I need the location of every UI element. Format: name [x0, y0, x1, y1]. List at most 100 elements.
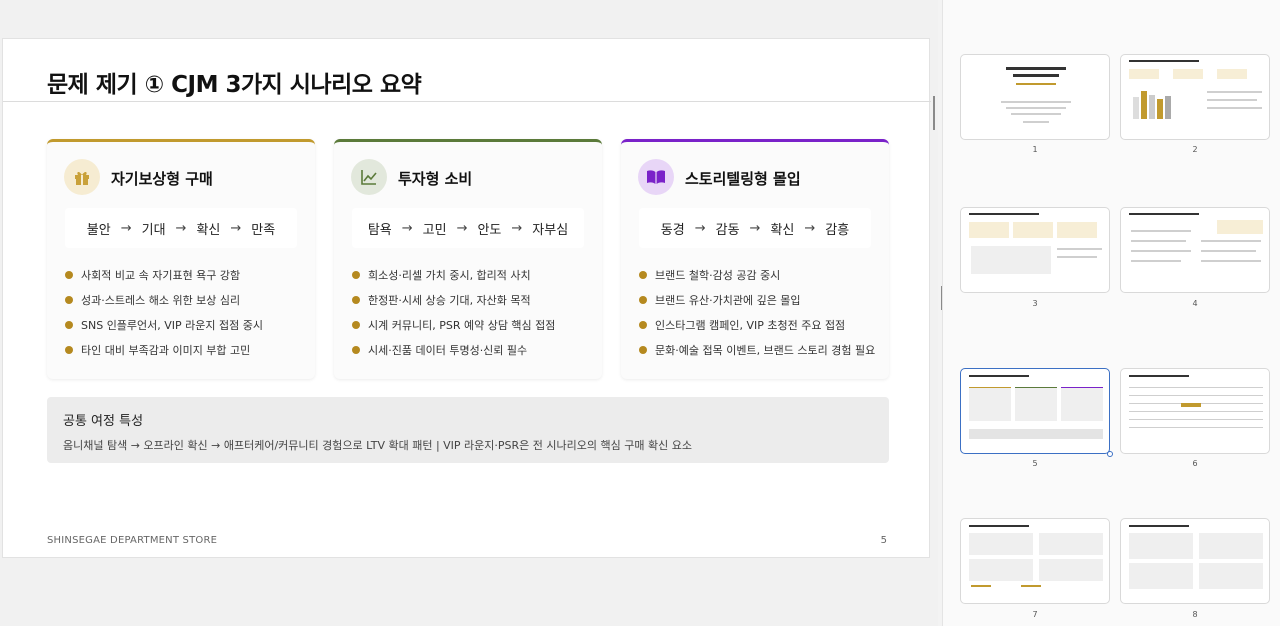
slide-thumbnail[interactable] [960, 207, 1110, 293]
thumbnail-number: 7 [1032, 610, 1038, 619]
slide-thumbnail[interactable] [960, 518, 1110, 604]
flow-step: 탐욕 [367, 222, 392, 238]
title-divider [3, 101, 931, 102]
list-item: 브랜드 철학·감성 공감 중시 [639, 262, 875, 287]
flow-step: 안도 [477, 222, 502, 238]
thumbnail-number: 4 [1192, 299, 1198, 308]
bullet-text: 브랜드 철학·감성 공감 중시 [655, 268, 781, 282]
bullet-list: 사회적 비교 속 자기표현 욕구 강함 성과·스트레스 해소 위한 보상 심리 … [65, 262, 263, 362]
arrow-right-icon: → [401, 220, 413, 236]
thumbnail-number: 5 [1032, 459, 1038, 468]
bullet-text: 희소성·리셀 가치 중시, 합리적 사치 [368, 268, 531, 282]
common-title: 공통 여정 특성 [63, 414, 144, 429]
thumbnail-number: 2 [1192, 145, 1198, 154]
bullet-dot-icon [639, 320, 647, 329]
bullet-dot-icon [352, 320, 360, 329]
flow-step: 자부심 [532, 222, 569, 238]
bullet-text: 한정판·시세 상승 기대, 자산화 목적 [368, 293, 531, 307]
footer-page-number: 5 [880, 535, 887, 546]
scenario-card-investment[interactable]: 투자형 소비 탐욕 → 고민 → 안도 → 자부심 희소성·리셀 가치 중시, … [334, 139, 602, 379]
slide-thumbnail[interactable] [1120, 54, 1270, 140]
slide-thumbnail[interactable] [960, 54, 1110, 140]
slide-thumbnail[interactable] [1120, 207, 1270, 293]
bullet-text: 문화·예술 접목 이벤트, 브랜드 스토리 경험 필요 [655, 343, 876, 357]
bullet-dot-icon [639, 345, 647, 354]
bullet-dot-icon [352, 295, 360, 304]
emotion-flow: 탐욕 → 고민 → 안도 → 자부심 [352, 208, 584, 248]
bullet-text: 성과·스트레스 해소 위한 보상 심리 [81, 293, 241, 307]
flow-step: 동경 [660, 222, 685, 238]
flow-step: 감흥 [825, 222, 850, 238]
bullet-dot-icon [352, 270, 360, 279]
bullet-dot-icon [65, 345, 73, 354]
arrow-right-icon: → [749, 220, 761, 236]
list-item: 타인 대비 부족감과 이미지 부합 고민 [65, 337, 263, 362]
bullet-list: 희소성·리셀 가치 중시, 합리적 사치 한정판·시세 상승 기대, 자산화 목… [352, 262, 555, 362]
arrow-right-icon: → [456, 220, 468, 236]
slide-thumbnail-panel[interactable]: 1 2 3 4 5 6 7 8 [942, 0, 1280, 626]
bullet-text: 시세·진품 데이터 투명성·신뢰 필수 [368, 343, 528, 357]
flow-step: 감동 [715, 222, 740, 238]
flow-step: 불안 [86, 222, 111, 238]
arrow-right-icon: → [804, 220, 816, 236]
arrow-right-icon: → [511, 220, 523, 236]
bullet-text: 타인 대비 부족감과 이미지 부합 고민 [81, 343, 251, 357]
thumbnail-number: 8 [1192, 610, 1198, 619]
list-item: 한정판·시세 상승 기대, 자산화 목적 [352, 287, 555, 312]
slide-thumbnail[interactable] [1120, 518, 1270, 604]
thumbnail-number: 3 [1032, 299, 1038, 308]
slide-canvas[interactable]: 문제 제기 ① CJM 3가지 시나리오 요약 자기보상형 구매 불안 → 기대… [2, 38, 931, 558]
thumbnail-number: 6 [1192, 459, 1198, 468]
bullet-dot-icon [65, 270, 73, 279]
list-item: 시계 커뮤니티, PSR 예약 상담 핵심 접점 [352, 312, 555, 337]
scroll-handle[interactable] [933, 96, 935, 130]
bullet-dot-icon [639, 270, 647, 279]
list-item: 인스타그램 캠페인, VIP 초청전 주요 접점 [639, 312, 875, 337]
book-icon [638, 159, 674, 195]
arrow-right-icon: → [694, 220, 706, 236]
flow-step: 만족 [251, 222, 276, 238]
arrow-right-icon: → [175, 220, 187, 236]
chart-line-icon [351, 159, 387, 195]
list-item: 사회적 비교 속 자기표현 욕구 강함 [65, 262, 263, 287]
scenario-card-self-reward[interactable]: 자기보상형 구매 불안 → 기대 → 확신 → 만족 사회적 비교 속 자기표현… [47, 139, 315, 379]
bullet-dot-icon [65, 295, 73, 304]
slide-thumbnail[interactable] [1120, 368, 1270, 454]
list-item: 성과·스트레스 해소 위한 보상 심리 [65, 287, 263, 312]
slide-title[interactable]: 문제 제기 ① CJM 3가지 시나리오 요약 [47, 65, 422, 99]
flow-step: 확신 [770, 222, 795, 238]
bullet-text: SNS 인플루언서, VIP 라운지 접점 중시 [81, 318, 264, 332]
bullet-dot-icon [65, 320, 73, 329]
bullet-text: 브랜드 유산·가치관에 깊은 몰입 [655, 293, 801, 307]
common-body: 옴니채널 탐색 → 오프라인 확신 → 애프터케어/커뮤니티 경험으로 LTV … [63, 439, 692, 452]
common-journey-box[interactable]: 공통 여정 특성 옴니채널 탐색 → 오프라인 확신 → 애프터케어/커뮤니티 … [47, 397, 889, 463]
slide-editor[interactable]: 문제 제기 ① CJM 3가지 시나리오 요약 자기보상형 구매 불안 → 기대… [0, 0, 938, 626]
gift-icon [64, 159, 100, 195]
flow-step: 고민 [422, 222, 447, 238]
arrow-right-icon: → [120, 220, 132, 236]
list-item: SNS 인플루언서, VIP 라운지 접점 중시 [65, 312, 263, 337]
list-item: 시세·진품 데이터 투명성·신뢰 필수 [352, 337, 555, 362]
flow-step: 기대 [141, 222, 166, 238]
arrow-right-icon: → [230, 220, 242, 236]
selection-handle[interactable] [1107, 451, 1113, 457]
scenario-card-storytelling[interactable]: 스토리텔링형 몰입 동경 → 감동 → 확신 → 감흥 브랜드 철학·감성 공감… [621, 139, 889, 379]
emotion-flow: 동경 → 감동 → 확신 → 감흥 [639, 208, 871, 248]
list-item: 문화·예술 접목 이벤트, 브랜드 스토리 경험 필요 [639, 337, 875, 362]
thumbnail-number: 1 [1032, 145, 1038, 154]
bullet-dot-icon [639, 295, 647, 304]
list-item: 브랜드 유산·가치관에 깊은 몰입 [639, 287, 875, 312]
bullet-text: 인스타그램 캠페인, VIP 초청전 주요 접점 [655, 318, 846, 332]
emotion-flow: 불안 → 기대 → 확신 → 만족 [65, 208, 297, 248]
footer-brand: SHINSEGAE DEPARTMENT STORE [47, 535, 218, 546]
list-item: 희소성·리셀 가치 중시, 합리적 사치 [352, 262, 555, 287]
card-title: 투자형 소비 [398, 170, 473, 188]
flow-step: 확신 [196, 222, 221, 238]
slide-thumbnail-selected[interactable] [960, 368, 1110, 454]
card-title: 자기보상형 구매 [111, 170, 213, 188]
bullet-text: 사회적 비교 속 자기표현 욕구 강함 [81, 268, 241, 282]
card-title: 스토리텔링형 몰입 [685, 170, 801, 188]
bullet-dot-icon [352, 345, 360, 354]
bullet-list: 브랜드 철학·감성 공감 중시 브랜드 유산·가치관에 깊은 몰입 인스타그램 … [639, 262, 875, 362]
bullet-text: 시계 커뮤니티, PSR 예약 상담 핵심 접점 [368, 318, 556, 332]
